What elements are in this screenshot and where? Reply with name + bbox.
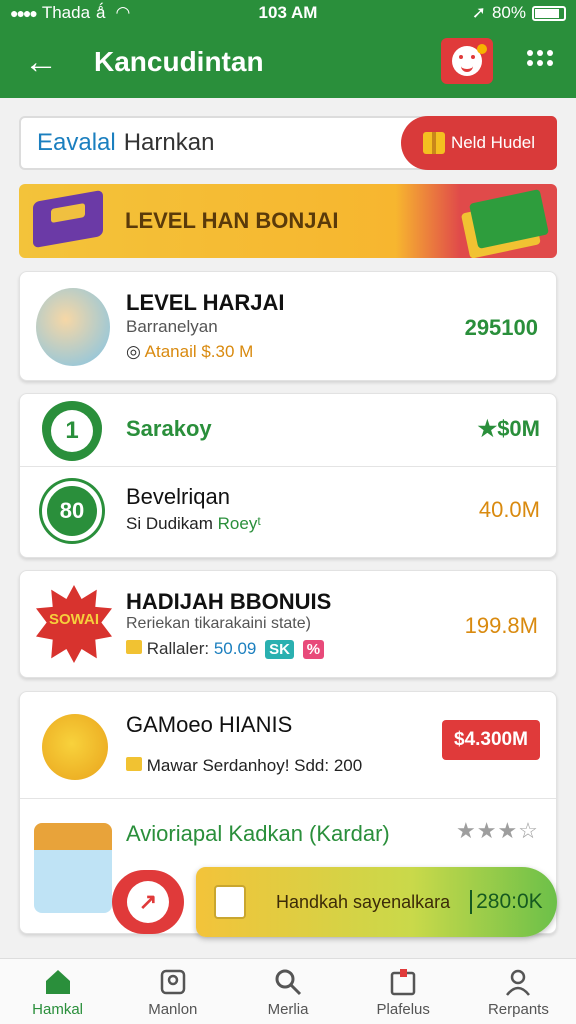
person-icon [503,967,533,997]
level-card-meta: Atanail $.30 M [144,342,254,361]
coin-box-icon [126,640,142,654]
avatar-button[interactable] [441,38,493,84]
calendar-icon [388,967,418,997]
tab-label: Rerpants [487,1001,549,1018]
tab-rerpants[interactable]: Rerpants [461,959,576,1024]
tab-merlia[interactable]: Merlia [230,959,345,1024]
games-row2-title: Avioriapal Kadkan (Kardar) [126,821,390,846]
price-button[interactable]: $4.300M [442,720,540,760]
rank-badge-number: 1 [51,410,93,452]
rank-row-subtitle-accent: Roeyᵗ [217,514,262,533]
level-card-title: LEVEL HARJAI [126,290,285,315]
people-illustration-icon [36,288,110,366]
tab-label: Hamkal [32,1001,84,1018]
bonus-chip-b: % [302,640,325,659]
floating-action-bar: ↗ Handkah sayenalkara 280:0K [112,867,557,937]
profile-card-icon [158,967,188,997]
bonus-card-amount: 199.8M [464,613,538,638]
back-arrow-icon[interactable]: ← [24,43,64,82]
level-card-amount: 295100 [464,315,538,340]
bonus-meta-label: Rallaler: [146,639,210,658]
rating-stars-icon: ★★★☆ [456,818,539,843]
menu-grid-icon[interactable] [527,50,553,66]
money-stack-icon [469,189,549,249]
level-card[interactable]: LEVEL HARJAI Barranelyan ◎ Atanail $.30 … [19,271,557,381]
bonus-card-title: HADIJAH BBONUIS [126,589,332,614]
floating-promo-value: 280:0K [470,890,543,914]
rank-badge-icon: 1 [42,401,102,461]
emoji-game-icon [42,714,108,780]
tab-label: Merlia [267,1001,309,1018]
rank-badge-icon: 80 [42,481,102,541]
floating-promo-pill[interactable]: Handkah sayenalkara 280:0K [196,867,557,937]
tab-label: Plafelus [376,1001,430,1018]
rank-row-title: Bevelriqan [126,484,230,509]
rank-row-amount: ★$0M [477,416,540,441]
search-icon [273,967,303,997]
battery-percent: 80% [491,3,526,22]
pin-icon: ◎ [126,342,141,361]
new-hotel-button-label: Neld Hudel [450,133,536,152]
level-bonus-banner[interactable]: LEVEL HAN BONJAI [19,184,557,258]
character-illustration-icon [34,823,112,913]
rank-row-subtitle: Si Dudikam [126,514,213,533]
new-hotel-button[interactable]: Neld Hudel [401,116,557,170]
bonus-meta-value: 50.09 [213,639,257,658]
rank-badge-number: 80 [59,498,85,523]
status-bar: ●●●● Thada ǻ ◠ 103 AM ➚ 80% [0,0,576,26]
app-icon [214,885,246,919]
search-text-primary: Eavalal [37,129,116,156]
location-icon: ➚ [471,3,486,22]
tab-home[interactable]: Hamkal [0,959,115,1024]
bonus-chip-a: SK [265,640,294,659]
search-text-secondary: Harnkan [123,129,215,156]
treasure-box-icon [33,189,103,249]
rank-row-amount: 40.0M [478,497,540,522]
list-item[interactable]: 1 Sarakoy ★$0M [20,394,558,466]
page-title: Kancudintan [94,46,264,77]
floating-promo-label: Handkah sayenalkara [276,891,451,912]
rank-card: 1 Sarakoy ★$0M 80 Bevelriqan Si Dudikam … [19,393,557,558]
bonus-card-subtitle: Reriekan tikarakaini state) [126,615,311,632]
tab-manlon[interactable]: Manlon [115,959,230,1024]
bonus-card[interactable]: SOWAI HADIJAH BBONUIS Reriekan tikarakai… [19,570,557,678]
bottom-tab-bar: Hamkal Manlon Merlia Plafelus Rerpants [0,958,576,1024]
list-item[interactable]: GAMoeo HIANIS Mawar Serdanhoy! Sdd: 200 … [20,692,558,798]
gift-icon [422,132,445,154]
games-card-meta: Mawar Serdanhoy! Sdd: 200 [146,756,363,775]
list-item[interactable]: 80 Bevelriqan Si Dudikam Roeyᵗ 40.0M [20,467,558,559]
notification-dot [477,44,487,54]
home-icon [43,967,73,997]
battery-icon [532,5,566,21]
app-bar: ← Kancudintan [0,26,576,98]
games-card-title: GAMoeo HIANIS [126,712,293,737]
tab-plafelus[interactable]: Plafelus [346,959,461,1024]
share-button[interactable]: ↗ [112,870,184,934]
share-arrow-icon: ↗ [127,881,169,923]
tab-label: Manlon [148,1001,198,1018]
level-card-subtitle: Barranelyan [126,317,218,336]
coin-icon [126,757,142,771]
rank-row-title: Sarakoy [126,416,212,441]
banner-label: LEVEL HAN BONJAI [125,208,339,233]
bonus-burst-label: SOWAI [48,611,99,628]
search-bar[interactable]: Eavalal Harnkan Neld Hudel [19,116,557,170]
